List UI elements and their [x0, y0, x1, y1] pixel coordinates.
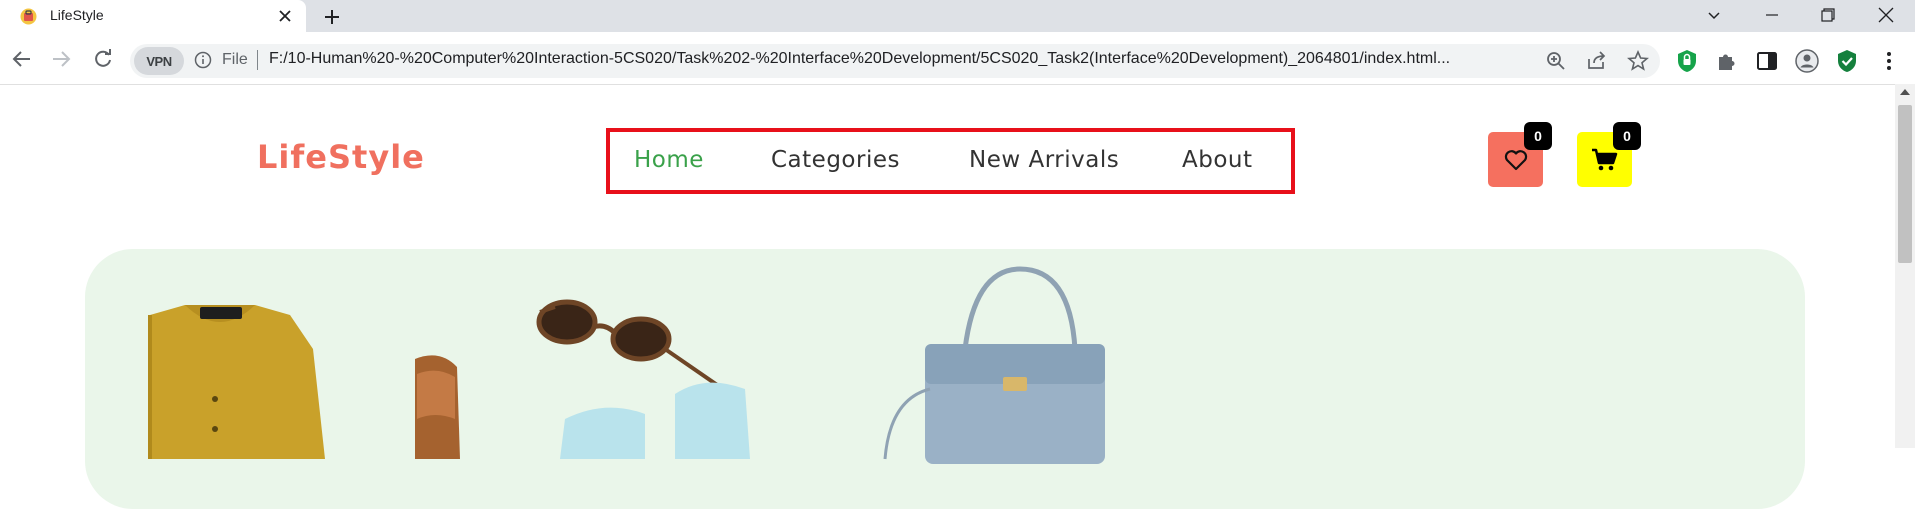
nav-about-link[interactable]: About	[1182, 147, 1253, 173]
hero-banner	[85, 249, 1805, 509]
sidepanel-icon[interactable]	[1754, 48, 1780, 74]
back-arrow-icon[interactable]	[11, 48, 33, 70]
star-icon[interactable]	[1627, 50, 1649, 72]
plus-icon[interactable]	[318, 5, 346, 29]
vpn-badge[interactable]: VPN	[134, 47, 184, 75]
check-shield-icon[interactable]	[1834, 48, 1860, 74]
scroll-up-icon[interactable]	[1899, 88, 1911, 96]
blouse-image	[148, 305, 325, 459]
cart-icon	[1592, 148, 1618, 171]
close-icon[interactable]	[276, 7, 294, 25]
chevron-down-icon	[1708, 12, 1720, 20]
nav-home-link[interactable]: Home	[634, 147, 704, 173]
forward-arrow-icon[interactable]	[50, 48, 72, 70]
profile-icon[interactable]	[1794, 48, 1820, 74]
zoom-icon[interactable]	[1545, 50, 1567, 72]
tab-search-button[interactable]	[1686, 0, 1742, 30]
shield-extension-icon[interactable]	[1674, 48, 1700, 74]
scroll-thumb[interactable]	[1898, 105, 1912, 263]
handbag-image	[883, 266, 1105, 464]
vpn-label: VPN	[146, 53, 172, 69]
address-divider	[257, 50, 258, 70]
share-icon[interactable]	[1586, 50, 1608, 72]
tab-title: LifeStyle	[50, 7, 104, 23]
puzzle-icon[interactable]	[1714, 48, 1740, 74]
tab-strip: LifeStyle	[0, 0, 1915, 32]
scheme-label: File	[222, 51, 248, 68]
url-text[interactable]: F:/10-Human%20-%20Computer%20Interaction…	[269, 50, 1534, 68]
cart-count-badge: 0	[1613, 122, 1641, 150]
restore-icon	[1821, 8, 1835, 22]
heart-icon	[1504, 150, 1528, 171]
reload-icon[interactable]	[92, 48, 114, 70]
minimize-icon	[1766, 14, 1778, 16]
window-close-icon	[1878, 7, 1894, 23]
wishlist-count-badge: 0	[1524, 122, 1552, 150]
minimize-button[interactable]	[1744, 0, 1800, 30]
site-logo[interactable]: LifeStyle	[257, 138, 425, 176]
sandal-image	[415, 355, 460, 459]
browser-tab[interactable]: LifeStyle	[0, 0, 306, 32]
window-close-button[interactable]	[1858, 0, 1914, 30]
sunglasses-image	[536, 299, 725, 391]
kebab-menu-icon[interactable]	[1876, 48, 1902, 74]
restore-button[interactable]	[1800, 0, 1856, 30]
info-icon[interactable]	[194, 51, 212, 69]
hero-products	[148, 266, 1105, 464]
nav-new-arrivals-link[interactable]: New Arrivals	[969, 147, 1119, 173]
favicon-icon	[20, 8, 37, 25]
nav-categories-link[interactable]: Categories	[771, 147, 900, 173]
